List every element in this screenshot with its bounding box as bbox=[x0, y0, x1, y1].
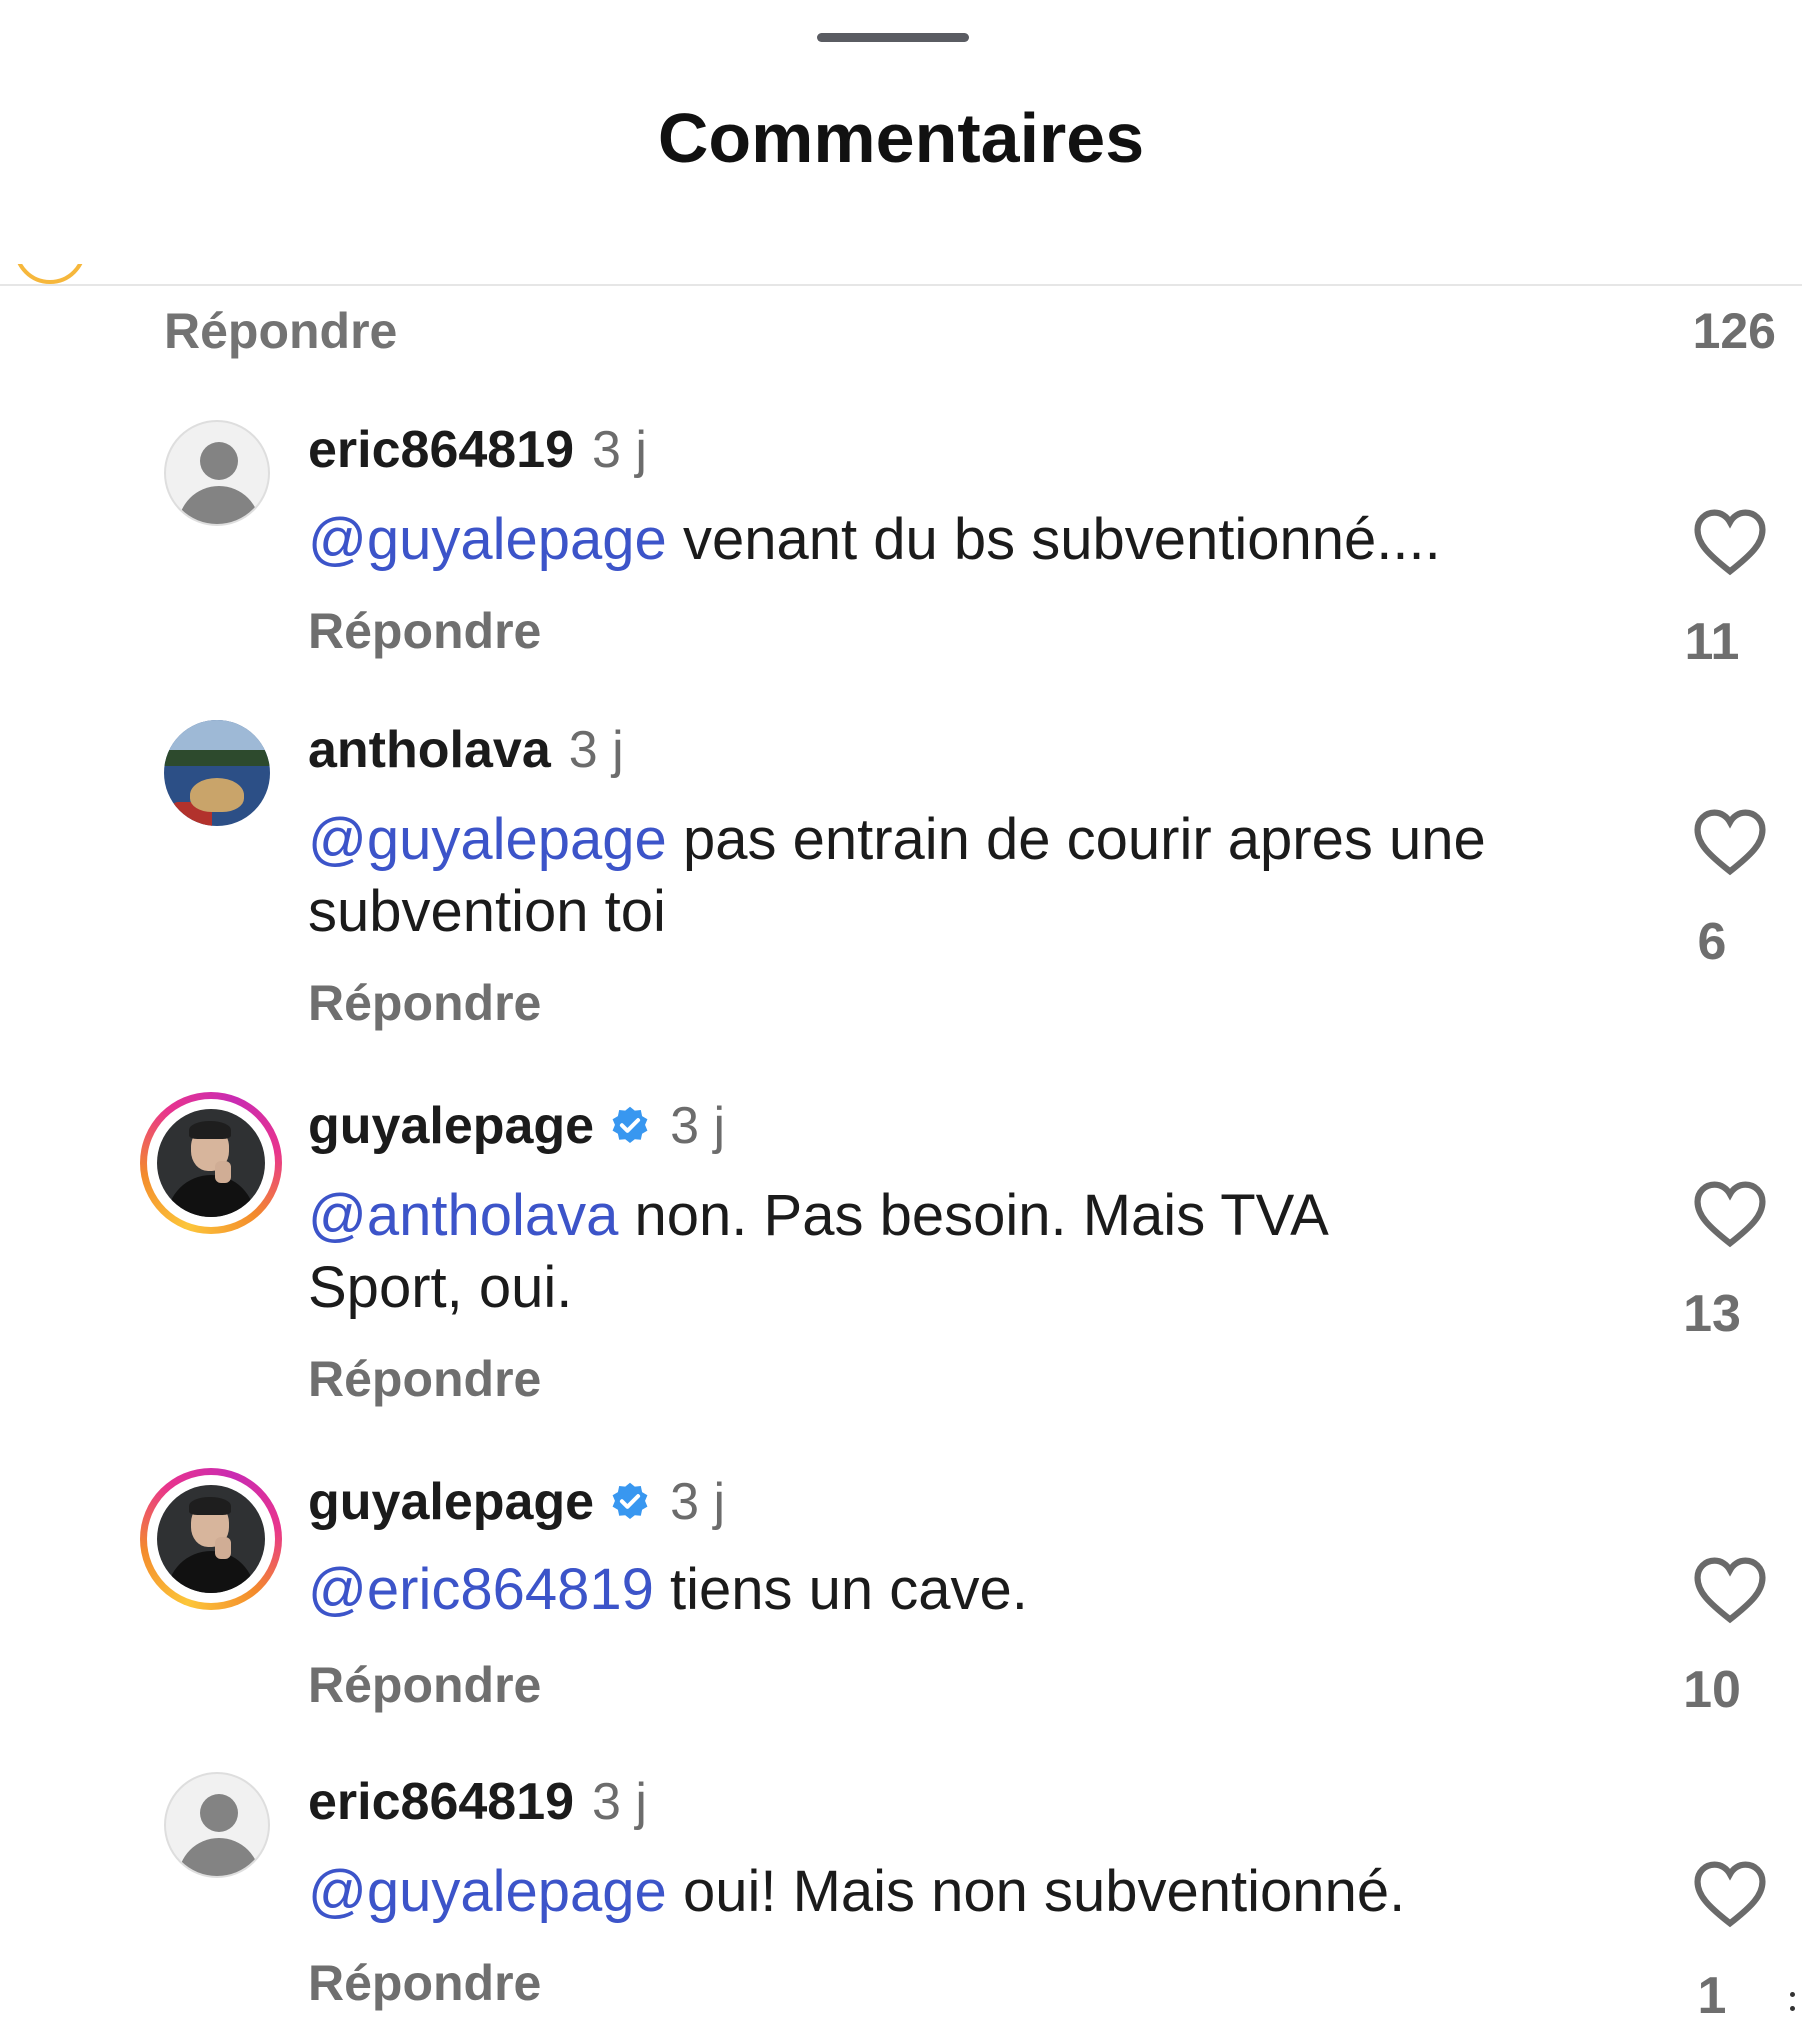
comment-text: @eric864819 tiens un cave. bbox=[308, 1557, 1028, 1622]
mention-link[interactable]: @eric864819 bbox=[308, 1557, 654, 1622]
comment-meta: eric864819 3 j bbox=[308, 1772, 647, 1832]
sheet-grabber-handle[interactable] bbox=[817, 33, 969, 42]
username-link[interactable]: antholava bbox=[308, 720, 551, 780]
story-avatar[interactable] bbox=[140, 1468, 282, 1610]
verified-badge-icon bbox=[612, 1106, 648, 1144]
mention-link[interactable]: @antholava bbox=[308, 1183, 618, 1248]
header-divider bbox=[0, 284, 1802, 286]
verified-badge-icon bbox=[612, 1482, 648, 1520]
comment-timestamp: 3 j bbox=[670, 1473, 726, 1531]
comment-meta: eric864819 3 j bbox=[308, 420, 647, 480]
mention-link[interactable]: @guyalepage bbox=[308, 807, 667, 872]
comment-timestamp: 3 j bbox=[592, 421, 647, 479]
like-count: 13 bbox=[1683, 1285, 1741, 1343]
comment-timestamp: 3 j bbox=[592, 1773, 647, 1831]
default-avatar-icon[interactable] bbox=[164, 420, 270, 526]
reply-button[interactable]: Répondre bbox=[308, 1656, 541, 1714]
username-link[interactable]: guyalepage bbox=[308, 1096, 594, 1156]
username-link[interactable]: eric864819 bbox=[308, 420, 574, 480]
heart-icon[interactable] bbox=[1692, 1556, 1768, 1624]
username-link[interactable]: guyalepage bbox=[308, 1472, 594, 1532]
heart-icon[interactable] bbox=[1692, 1860, 1768, 1928]
comment-text: @guyalepage pas entrain de courir apres … bbox=[308, 807, 1486, 944]
reply-button[interactable]: Répondre bbox=[308, 602, 541, 660]
mention-link[interactable]: @guyalepage bbox=[308, 507, 667, 572]
reply-button[interactable]: Répondre bbox=[308, 974, 541, 1032]
comment-text: @guyalepage venant du bs subventionné...… bbox=[308, 507, 1441, 572]
comment-text: @guyalepage oui! Mais non subventionné. bbox=[308, 1859, 1406, 1924]
reply-button[interactable]: Répondre bbox=[308, 1954, 541, 2012]
heart-icon[interactable] bbox=[1692, 508, 1768, 576]
scroll-indicator[interactable] bbox=[1790, 1992, 1796, 2028]
heart-icon[interactable] bbox=[1692, 808, 1768, 876]
like-count: 6 bbox=[1697, 913, 1727, 971]
comment-timestamp: 3 j bbox=[670, 1097, 726, 1155]
user-avatar[interactable] bbox=[164, 720, 270, 826]
comment-timestamp: 3 j bbox=[568, 721, 624, 779]
reply-button[interactable]: Répondre bbox=[308, 1350, 541, 1408]
mention-link[interactable]: @guyalepage bbox=[308, 1859, 667, 1924]
reply-button[interactable]: Répondre bbox=[164, 302, 397, 360]
comment-meta: guyalepage 3 j bbox=[308, 1096, 725, 1156]
comment-meta: antholava 3 j bbox=[308, 720, 624, 780]
default-avatar-icon[interactable] bbox=[164, 1772, 270, 1878]
like-count: 11 bbox=[1684, 613, 1740, 671]
story-avatar[interactable] bbox=[140, 1092, 282, 1234]
sheet-title: Commentaires bbox=[657, 99, 1145, 177]
heart-icon[interactable] bbox=[1692, 1180, 1768, 1248]
comment-text: @antholava non. Pas besoin. Mais TVA Spo… bbox=[308, 1183, 1326, 1320]
like-count: 126 bbox=[1692, 303, 1776, 359]
like-count: 1 bbox=[1697, 1967, 1727, 2025]
like-count: 10 bbox=[1683, 1661, 1741, 1719]
username-link[interactable]: eric864819 bbox=[308, 1772, 574, 1832]
comment-meta: guyalepage 3 j bbox=[308, 1472, 725, 1532]
